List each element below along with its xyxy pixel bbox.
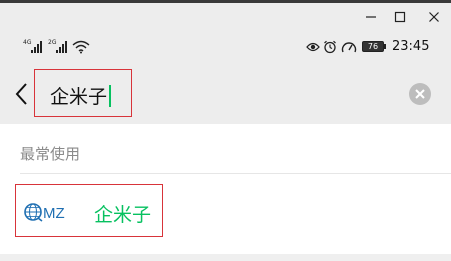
battery-tip: [384, 44, 386, 49]
alarm-icon: [324, 40, 336, 54]
result-item-qimizi[interactable]: MZ 企米子: [15, 184, 163, 237]
wifi-icon: [72, 40, 90, 54]
search-query-text: 企米子: [50, 82, 112, 109]
search-results-panel: 最常使用 MZ 企米子: [0, 124, 451, 261]
section-divider: [20, 173, 451, 174]
search-query-value: 企米子: [50, 86, 108, 108]
section-title: 最常使用: [20, 145, 81, 163]
search-input[interactable]: 企米子: [34, 69, 132, 117]
status-time: 23:45: [392, 39, 430, 54]
bottom-strip: [0, 254, 451, 261]
app-window: 4G 2G 76 23:45 企米子 最常使用 MZ 企米子: [0, 0, 451, 261]
close-button[interactable]: [419, 8, 449, 26]
speedometer-icon: [341, 42, 357, 53]
maximize-button[interactable]: [385, 8, 415, 26]
battery-level: 76: [367, 42, 379, 51]
text-cursor: [109, 85, 112, 107]
qmz-logo-icon: MZ: [24, 203, 65, 222]
phone-status-bar: 4G 2G 76 23:45: [0, 30, 451, 64]
back-arrow-icon[interactable]: [14, 81, 30, 107]
search-bar: 企米子: [0, 64, 451, 124]
clear-icon: [415, 89, 425, 99]
eye-icon: [306, 42, 320, 52]
clear-search-button[interactable]: [409, 83, 431, 105]
battery-indicator: 76: [362, 41, 384, 52]
result-item-name: 企米子: [94, 204, 152, 226]
window-title-bar: [0, 3, 451, 30]
maximize-icon: [394, 11, 406, 23]
logo-text: MZ: [43, 205, 65, 222]
close-icon: [429, 12, 439, 22]
minimize-icon: [366, 16, 376, 18]
minimize-button[interactable]: [356, 8, 386, 26]
